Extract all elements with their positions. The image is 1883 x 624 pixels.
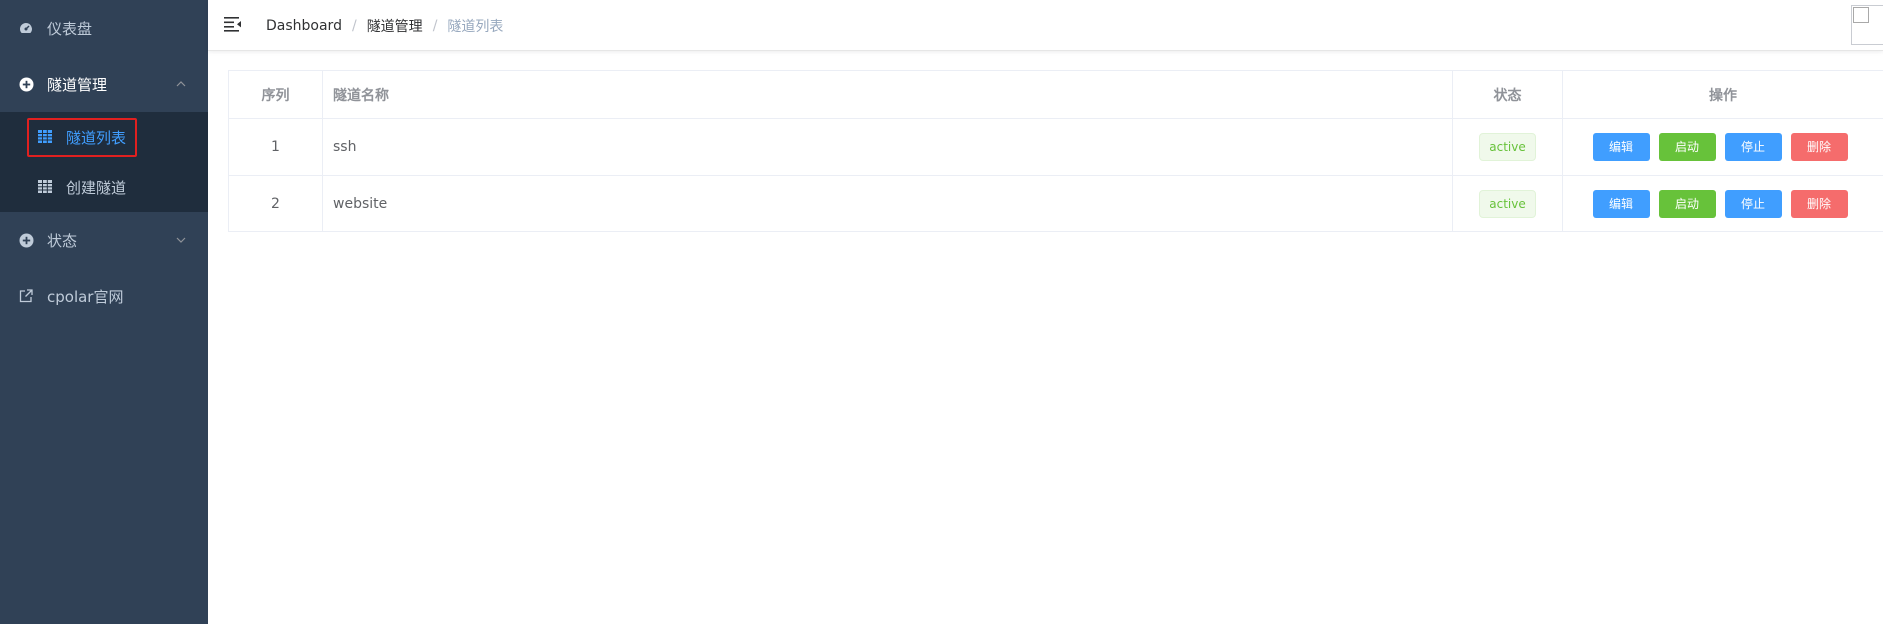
sidebar-item-label: 状态 (47, 231, 78, 250)
delete-button[interactable]: 删除 (1790, 133, 1848, 161)
delete-button[interactable]: 删除 (1790, 190, 1848, 218)
table-row: 1 ssh active 编辑 启动 停止 删除 (229, 119, 1883, 176)
plus-circle-icon (18, 232, 34, 248)
actions-cell: 编辑 启动 停止 删除 (1563, 176, 1883, 232)
edit-button[interactable]: 编辑 (1592, 190, 1650, 218)
status-badge: active (1479, 133, 1536, 161)
row-tunnel-name: ssh (323, 119, 1453, 175)
status-badge: active (1479, 190, 1536, 218)
breadcrumb-separator: / (351, 18, 357, 34)
broken-image-icon (1853, 7, 1869, 23)
sidebar-item-label: cpolar官网 (47, 287, 124, 306)
status-cell: active (1453, 176, 1563, 232)
chevron-up-icon (174, 77, 188, 91)
row-tunnel-name: website (323, 176, 1453, 232)
sidebar: 仪表盘 隧道管理 隧道列表 创建隧道 状态 cpolar官网 (0, 0, 208, 624)
plus-circle-icon (18, 76, 34, 92)
highlight-box (27, 118, 137, 157)
breadcrumb-item-current: 隧道列表 (447, 19, 504, 35)
breadcrumb: Dashboard / 隧道管理 / 隧道列表 (266, 16, 503, 36)
actions-cell: 编辑 启动 停止 删除 (1563, 119, 1883, 175)
column-header-status: 状态 (1453, 71, 1563, 118)
sidebar-item-label: 仪表盘 (47, 19, 93, 38)
hamburger-icon[interactable] (224, 16, 242, 32)
start-button[interactable]: 启动 (1658, 190, 1716, 218)
external-link-icon (18, 288, 34, 304)
breadcrumb-item-tunnel-management[interactable]: 隧道管理 (367, 16, 423, 36)
chevron-down-icon (174, 233, 188, 247)
row-index: 2 (229, 176, 323, 232)
breadcrumb-item-dashboard[interactable]: Dashboard (266, 18, 342, 34)
sidebar-item-cpolar-website[interactable]: cpolar官网 (0, 268, 208, 324)
tunnel-table: 序列 隧道名称 状态 操作 1 ssh active 编辑 启动 停止 删除 2… (228, 70, 1883, 232)
start-button[interactable]: 启动 (1658, 133, 1716, 161)
sidebar-item-create-tunnel[interactable]: 创建隧道 (0, 162, 208, 212)
stop-button[interactable]: 停止 (1724, 190, 1782, 218)
column-header-index: 序列 (229, 71, 323, 118)
sidebar-item-label: 隧道管理 (47, 75, 108, 94)
table-icon (38, 180, 52, 194)
breadcrumb-separator: / (432, 18, 438, 34)
top-navbar: Dashboard / 隧道管理 / 隧道列表 (208, 0, 1883, 51)
table-header-row: 序列 隧道名称 状态 操作 (229, 71, 1883, 119)
edit-button[interactable]: 编辑 (1592, 133, 1650, 161)
sidebar-item-dashboard[interactable]: 仪表盘 (0, 0, 208, 56)
status-cell: active (1453, 119, 1563, 175)
column-header-name: 隧道名称 (323, 71, 1453, 118)
stop-button[interactable]: 停止 (1724, 133, 1782, 161)
table-row: 2 website active 编辑 启动 停止 删除 (229, 176, 1883, 232)
sidebar-item-tunnel-management[interactable]: 隧道管理 (0, 56, 208, 112)
dashboard-icon (18, 20, 34, 36)
column-header-actions: 操作 (1709, 87, 1737, 104)
avatar[interactable] (1851, 5, 1883, 45)
sidebar-item-status[interactable]: 状态 (0, 212, 208, 268)
sidebar-item-label: 创建隧道 (66, 178, 127, 197)
row-index: 1 (229, 119, 323, 175)
